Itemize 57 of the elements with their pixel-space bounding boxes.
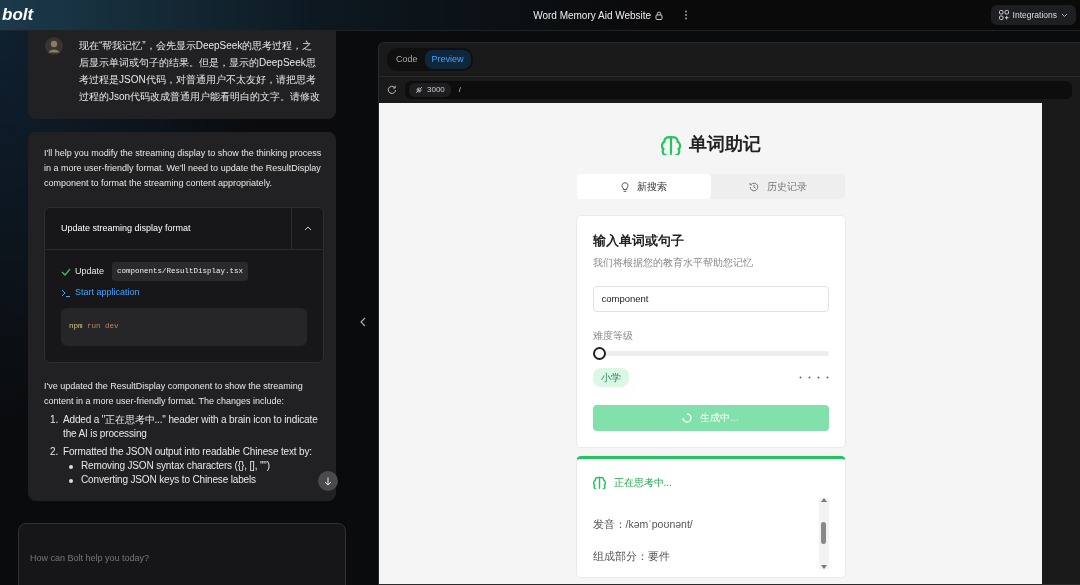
history-icon: [748, 181, 759, 192]
assistant-message: I'll help you modify the streaming display to show the thinking process in a more user-friendly format. We'll need to update the ResultDisplay component to format the streaming content appropriately.: [44, 147, 323, 190]
scrollbar[interactable]: [818, 497, 829, 569]
integrations-button[interactable]: Integrations: [990, 4, 1076, 26]
refresh-icon[interactable]: [387, 85, 397, 95]
level-badge: 小学: [592, 367, 629, 387]
apps-icon: [998, 10, 1009, 20]
user-avatar: [45, 37, 63, 55]
project-title: Word Memory Aid Website: [533, 8, 652, 23]
mode-tab[interactable]: 历史记录: [710, 174, 845, 199]
brain-icon: [592, 475, 606, 489]
chevron-down-icon: [1061, 12, 1068, 18]
summary-text: I've updated the ResultDisplay component to show the streaming content in a more user-friendly format. The changes include:: [44, 380, 304, 408]
form-subheading: 我们将根据您的教育水平帮助您记忆: [592, 255, 754, 270]
thinking-title: 正在思考中...: [613, 475, 672, 490]
url-bar[interactable]: 3000 /: [405, 81, 1072, 99]
thinking-line: 发音：/kəmˈpoʊnənt/: [592, 517, 694, 533]
thinking-line: 组成部分：要件: [592, 549, 671, 564]
lock-icon: [655, 10, 664, 20]
user-message: 现在“帮我记忆”，会先显示DeepSeek的思考过程，之后显示单词或句子的结果。但是，显示的DeepSeek思考过程是JSON代码，对普通用户不太友好，请把思考过程的Json代码改成普通用户能看明白的文字。请修改: [79, 39, 322, 104]
more-icon[interactable]: [683, 10, 690, 20]
scroll-up-icon: [820, 497, 827, 502]
chevron-left-icon[interactable]: [360, 317, 366, 327]
scrollbar-thumb[interactable]: [821, 522, 826, 545]
list-number: 2.: [50, 445, 60, 459]
list-number: 1.: [50, 413, 60, 427]
word-input[interactable]: component: [592, 285, 829, 312]
bullet-icon: [69, 479, 73, 483]
url-path: /: [458, 84, 462, 96]
bullet-icon: [69, 465, 73, 469]
mode-tab[interactable]: 新搜索: [576, 174, 711, 199]
logo[interactable]: bolt: [2, 2, 34, 28]
form-heading: 输入单词或句子: [592, 233, 685, 250]
list-item-text: Added a "正在思考中..." header with a brain icon to indicate the AI is processing: [63, 413, 319, 441]
lightbulb-icon: [620, 181, 629, 192]
plug-icon: [415, 86, 423, 94]
app-title: 单词助记: [688, 133, 761, 156]
slider-thumb[interactable]: [592, 346, 606, 360]
terminal-icon: [61, 288, 71, 297]
spinner-icon: [682, 412, 693, 423]
brain-icon: [660, 134, 681, 155]
list-item-text: Formatted the JSON output into readable Chinese text by:: [63, 445, 312, 459]
start-application-link[interactable]: Start application: [75, 285, 140, 300]
port-selector[interactable]: 3000: [409, 83, 451, 97]
list-item-text: Removing JSON syntax characters ({}, [], ""): [81, 459, 270, 473]
list-item-text: Converting JSON keys to Chinese labels: [81, 473, 256, 487]
view-tab[interactable]: Preview: [424, 49, 471, 70]
view-tab[interactable]: Code: [389, 49, 425, 70]
chat-input[interactable]: How can Bolt help you today?: [18, 523, 346, 585]
difficulty-label: 难度等级: [592, 328, 634, 343]
action-title: Update streaming display format: [60, 221, 192, 235]
difficulty-slider[interactable]: [592, 346, 829, 360]
slider-dots-icon: [798, 375, 829, 379]
arrow-down-icon: [324, 476, 332, 486]
chevron-up-icon: [303, 226, 312, 231]
step-label: Update: [75, 265, 105, 278]
scroll-down-icon: [820, 564, 827, 569]
